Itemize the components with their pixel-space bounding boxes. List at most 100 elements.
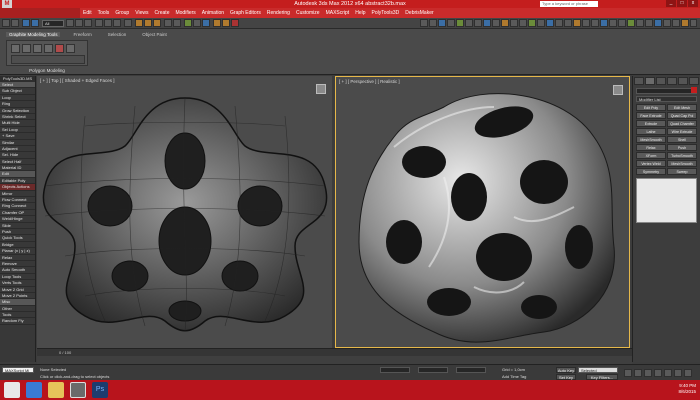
maximize-button[interactable]: □ <box>677 0 687 7</box>
pan-icon[interactable] <box>664 369 672 377</box>
script-tool-icon[interactable] <box>690 19 697 27</box>
angle-snap-icon[interactable] <box>144 19 152 27</box>
auto-key-button[interactable]: Auto Key <box>556 367 576 373</box>
script-tool-icon[interactable] <box>492 19 500 27</box>
menu-views[interactable]: Views <box>132 10 151 16</box>
script-tool-icon[interactable] <box>456 19 464 27</box>
layer-manager-icon[interactable] <box>184 19 192 27</box>
script-tool-icon[interactable] <box>420 19 428 27</box>
time-slider[interactable]: 0 / 100 <box>37 348 632 356</box>
script-tool-icon[interactable] <box>483 19 491 27</box>
maximize-viewport-icon[interactable] <box>684 369 692 377</box>
vertex-icon[interactable] <box>22 44 31 53</box>
file-explorer-icon[interactable] <box>48 382 64 398</box>
3dsmax-taskbar-icon[interactable] <box>70 382 86 398</box>
script-tool-icon[interactable] <box>591 19 599 27</box>
motion-tab-icon[interactable] <box>667 77 677 85</box>
modifier-button[interactable]: Push <box>667 144 697 151</box>
object-color-swatch[interactable] <box>691 87 697 93</box>
tab-object-paint[interactable]: Object Paint <box>139 32 170 37</box>
modifier-button[interactable]: Edit Mesh <box>667 104 697 111</box>
modify-mode-icon[interactable] <box>11 44 20 53</box>
percent-snap-icon[interactable] <box>153 19 161 27</box>
create-tab-icon[interactable] <box>634 77 644 85</box>
search-input[interactable]: Type a keyword or phrase <box>540 1 598 7</box>
script-tool-icon[interactable] <box>519 19 527 27</box>
minimize-button[interactable]: _ <box>666 0 676 7</box>
polygon-modeling-panel[interactable] <box>6 40 88 66</box>
modeling-tools-row[interactable] <box>11 55 85 64</box>
curve-editor-icon[interactable] <box>193 19 201 27</box>
script-tool-icon[interactable] <box>429 19 437 27</box>
perspective-viewport[interactable]: [ + ] [ Perspective ] [ Realistic ] <box>335 76 630 348</box>
track-bar[interactable] <box>37 356 632 364</box>
script-tool-icon[interactable] <box>582 19 590 27</box>
script-tool-icon[interactable] <box>636 19 644 27</box>
y-coordinate-field[interactable] <box>418 367 448 373</box>
orbit-icon[interactable] <box>674 369 682 377</box>
border-icon[interactable] <box>44 44 53 53</box>
modifier-button[interactable]: Lathe <box>636 128 666 135</box>
edge-icon[interactable] <box>33 44 42 53</box>
rect-selection-icon[interactable] <box>84 19 92 27</box>
script-tool-icon[interactable] <box>600 19 608 27</box>
x-coordinate-field[interactable] <box>380 367 410 373</box>
script-tool-icon[interactable] <box>555 19 563 27</box>
script-tool-icon[interactable] <box>438 19 446 27</box>
move-icon[interactable] <box>95 19 103 27</box>
tool-random-fly[interactable]: Random Fly <box>0 318 35 325</box>
menu-debrismaker[interactable]: DebrisMaker <box>402 10 436 16</box>
internet-explorer-icon[interactable] <box>26 382 42 398</box>
script-tool-icon[interactable] <box>681 19 689 27</box>
top-viewport-label[interactable]: [ + ] [ Top ] [ Shaded + Edged Faces ] <box>40 78 114 83</box>
script-tool-icon[interactable] <box>609 19 617 27</box>
modifier-list-dropdown[interactable]: Modifier List <box>636 96 697 102</box>
render-icon[interactable] <box>231 19 239 27</box>
tab-freeform[interactable]: Freeform <box>70 32 94 37</box>
snap-toggle-icon[interactable] <box>135 19 143 27</box>
display-tab-icon[interactable] <box>678 77 688 85</box>
zoom-all-icon[interactable] <box>634 369 642 377</box>
pivot-icon[interactable] <box>124 19 132 27</box>
mirror-icon[interactable] <box>164 19 172 27</box>
script-tool-icon[interactable] <box>573 19 581 27</box>
script-tool-icon[interactable] <box>564 19 572 27</box>
modifier-button[interactable]: Relax <box>636 144 666 151</box>
quick-access-toolbar[interactable] <box>0 8 80 18</box>
modifier-button[interactable]: XForm <box>636 152 666 159</box>
modifier-button[interactable]: MeshSmooth <box>667 160 697 167</box>
menu-group[interactable]: Group <box>112 10 132 16</box>
modifier-stack[interactable] <box>636 178 697 223</box>
script-tool-icon[interactable] <box>537 19 545 27</box>
menu-tools[interactable]: Tools <box>95 10 113 16</box>
redo-icon[interactable] <box>11 19 19 27</box>
zoom-icon[interactable] <box>624 369 632 377</box>
modifier-button[interactable]: Wire Extrude <box>667 128 697 135</box>
modifier-button[interactable]: MeshSmooth <box>636 136 666 143</box>
viewcube-icon[interactable] <box>316 84 326 94</box>
align-icon[interactable] <box>173 19 181 27</box>
viewcube-icon[interactable] <box>613 85 623 95</box>
modifier-button[interactable]: Edit Poly <box>636 104 666 111</box>
add-time-tag[interactable]: Add Time Tag <box>502 374 526 379</box>
script-tool-icon[interactable] <box>663 19 671 27</box>
z-coordinate-field[interactable] <box>456 367 486 373</box>
menu-create[interactable]: Create <box>151 10 172 16</box>
script-tool-icon[interactable] <box>510 19 518 27</box>
script-tool-icon[interactable] <box>546 19 554 27</box>
material-editor-icon[interactable] <box>202 19 210 27</box>
close-button[interactable]: x <box>688 0 698 7</box>
element-icon[interactable] <box>66 44 75 53</box>
maxscript-listener[interactable]: MAXScript Mi <box>2 367 34 373</box>
utilities-tab-icon[interactable] <box>689 77 699 85</box>
zoom-extents-icon[interactable] <box>644 369 652 377</box>
rotate-icon[interactable] <box>104 19 112 27</box>
script-tool-icon[interactable] <box>465 19 473 27</box>
menu-customize[interactable]: Customize <box>293 10 323 16</box>
modifier-button[interactable]: Shell <box>667 136 697 143</box>
modifier-button[interactable]: Quad Cap Pol <box>667 112 697 119</box>
script-tool-icon[interactable] <box>528 19 536 27</box>
modify-tab-icon[interactable] <box>645 77 655 85</box>
top-viewport[interactable]: [ + ] [ Top ] [ Shaded + Edged Faces ] <box>37 76 332 348</box>
photoshop-taskbar-icon[interactable]: Ps <box>92 382 108 398</box>
